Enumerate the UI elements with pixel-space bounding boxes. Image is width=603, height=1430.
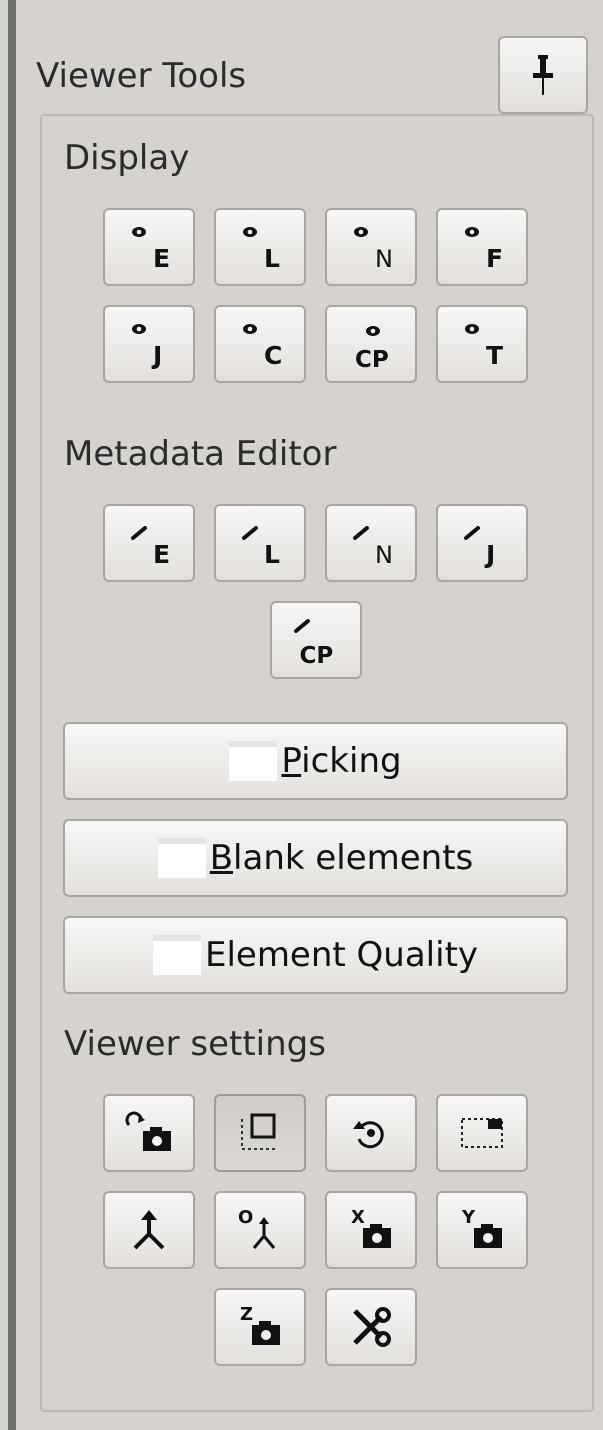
pencil-icon <box>293 619 310 633</box>
reset-view-icon <box>353 1121 384 1149</box>
display-c-button[interactable]: C <box>214 305 306 383</box>
eye-icon <box>465 227 479 237</box>
edit-j-button[interactable]: J <box>436 504 528 582</box>
origin-axes-button[interactable]: O <box>214 1191 306 1269</box>
picking-label: Picking <box>281 741 402 781</box>
blank-elements-color-swatch <box>157 838 206 878</box>
viewer-settings-button-grid: O X Y Z <box>103 1094 528 1366</box>
eye-icon <box>366 326 380 336</box>
eye-icon <box>132 324 146 334</box>
display-j-button[interactable]: J <box>103 305 195 383</box>
pencil-icon <box>131 526 147 540</box>
eye-icon <box>132 227 146 237</box>
metadata-editor-section-label: Metadata Editor <box>64 434 337 474</box>
metadata-button-grid: E L N J CP <box>103 504 528 679</box>
edit-n-button[interactable]: N <box>325 504 417 582</box>
pencil-icon <box>464 526 480 540</box>
axes-icon <box>133 1210 165 1250</box>
display-t-button[interactable]: T <box>436 305 528 383</box>
isometric-view-button[interactable] <box>103 1191 195 1269</box>
panel-title: Viewer Tools <box>36 56 247 96</box>
zoom-window-icon <box>461 1118 503 1148</box>
viewer-settings-section-label: Viewer settings <box>64 1024 326 1064</box>
rotate-camera-button[interactable] <box>103 1094 195 1172</box>
pencil-icon <box>353 526 369 540</box>
blank-elements-button[interactable]: Blank elements <box>63 819 568 897</box>
view-x-button[interactable]: X <box>325 1191 417 1269</box>
element-quality-label: Element Quality <box>204 935 479 975</box>
pin-icon <box>533 55 553 95</box>
eye-icon <box>465 324 479 334</box>
blank-elements-label: Blank elements <box>209 838 474 878</box>
clip-button[interactable] <box>325 1288 417 1366</box>
scissors-icon <box>353 1307 391 1347</box>
edit-e-button[interactable]: E <box>103 504 195 582</box>
eye-icon <box>243 324 257 334</box>
eye-icon <box>354 227 368 237</box>
edit-cp-button[interactable]: CP <box>269 601 362 679</box>
element-quality-button[interactable]: Element Quality <box>63 916 568 994</box>
fit-selection-button[interactable] <box>214 1094 306 1172</box>
display-cp-button[interactable]: CP <box>325 305 417 383</box>
dock-splitter[interactable] <box>8 0 16 1430</box>
view-z-button[interactable]: Z <box>214 1288 306 1366</box>
edit-l-button[interactable]: L <box>214 504 306 582</box>
display-l-button[interactable]: L <box>214 208 306 286</box>
pencil-icon <box>242 526 258 540</box>
element-quality-color-swatch <box>152 935 201 975</box>
eye-icon <box>243 227 257 237</box>
picking-button[interactable]: Picking <box>63 722 568 800</box>
pin-button[interactable] <box>498 36 588 114</box>
view-y-button[interactable]: Y <box>436 1191 528 1269</box>
display-n-button[interactable]: N <box>325 208 417 286</box>
picking-color-swatch <box>229 741 278 781</box>
rotate-camera-icon <box>125 1111 171 1151</box>
reset-view-button[interactable] <box>325 1094 417 1172</box>
display-f-button[interactable]: F <box>436 208 528 286</box>
display-e-button[interactable]: E <box>103 208 195 286</box>
zoom-window-button[interactable] <box>436 1094 528 1172</box>
display-section-label: Display <box>64 138 190 178</box>
fit-selection-icon <box>241 1113 276 1150</box>
display-button-grid: E L N F J C CP T <box>103 208 528 383</box>
